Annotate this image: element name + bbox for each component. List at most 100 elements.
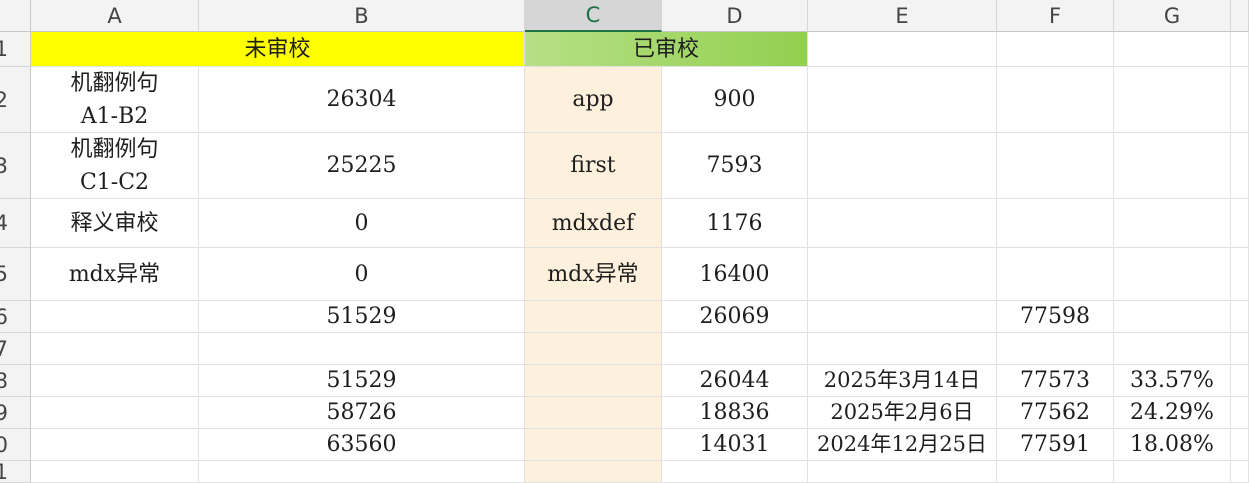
header-reviewed[interactable]: 已审校 [525, 32, 808, 67]
cell-d3[interactable]: 7593 [662, 133, 808, 199]
cell-a2[interactable]: 机翻例句 A1-B2 [31, 67, 199, 133]
column-header-d[interactable]: D [662, 0, 808, 32]
cell-d2[interactable]: 900 [662, 67, 808, 133]
column-header-g[interactable]: G [1114, 0, 1231, 32]
column-header-c[interactable]: C [525, 0, 662, 32]
cell-g11[interactable] [1114, 461, 1231, 483]
cell-a9[interactable] [31, 397, 199, 429]
column-header-b[interactable]: B [199, 0, 525, 32]
column-header-f[interactable]: F [997, 0, 1114, 32]
row-header-11[interactable]: 11 [0, 461, 31, 483]
cell-b9[interactable]: 58726 [199, 397, 525, 429]
cell-e6[interactable] [808, 301, 997, 333]
cell-g6[interactable] [1114, 301, 1231, 333]
cell-f10[interactable]: 77591 [997, 429, 1114, 461]
cell-b10[interactable]: 63560 [199, 429, 525, 461]
cell-h1[interactable] [1231, 32, 1249, 67]
cell-c5[interactable]: mdx异常 [525, 248, 662, 301]
cell-f1[interactable] [997, 32, 1114, 67]
cell-h11[interactable] [1231, 461, 1249, 483]
cell-g10[interactable]: 18.08% [1114, 429, 1231, 461]
cell-e9[interactable]: 2025年2月6日 [808, 397, 997, 429]
cell-g4[interactable] [1114, 199, 1231, 248]
cell-g2[interactable] [1114, 67, 1231, 133]
row-header-6[interactable]: 6 [0, 301, 31, 333]
cell-e10[interactable]: 2024年12月25日 [808, 429, 997, 461]
cell-b11[interactable] [199, 461, 525, 483]
row-header-3[interactable]: 3 [0, 133, 31, 199]
cell-g3[interactable] [1114, 133, 1231, 199]
cell-h7[interactable] [1231, 333, 1249, 365]
cell-f8[interactable]: 77573 [997, 365, 1114, 397]
cell-b2[interactable]: 26304 [199, 67, 525, 133]
column-header-a[interactable]: A [31, 0, 199, 32]
cell-h6[interactable] [1231, 301, 1249, 333]
row-header-7[interactable]: 7 [0, 333, 31, 365]
column-header-e[interactable]: E [808, 0, 997, 32]
select-all-corner[interactable] [0, 0, 31, 32]
cell-f11[interactable] [997, 461, 1114, 483]
cell-b7[interactable] [199, 333, 525, 365]
cell-a4[interactable]: 释义审校 [31, 199, 199, 248]
row-header-1[interactable]: 1 [0, 32, 31, 67]
cell-e4[interactable] [808, 199, 997, 248]
cell-f7[interactable] [997, 333, 1114, 365]
cell-c6[interactable] [525, 301, 662, 333]
cell-a7[interactable] [31, 333, 199, 365]
row-header-5[interactable]: 5 [0, 248, 31, 301]
cell-g7[interactable] [1114, 333, 1231, 365]
cell-d9[interactable]: 18836 [662, 397, 808, 429]
cell-c11[interactable] [525, 461, 662, 483]
cell-c7[interactable] [525, 333, 662, 365]
cell-g5[interactable] [1114, 248, 1231, 301]
cell-a10[interactable] [31, 429, 199, 461]
row-header-2[interactable]: 2 [0, 67, 31, 133]
cell-d8[interactable]: 26044 [662, 365, 808, 397]
cell-h4[interactable] [1231, 199, 1249, 248]
cell-b3[interactable]: 25225 [199, 133, 525, 199]
cell-b6[interactable]: 51529 [199, 301, 525, 333]
cell-c9[interactable] [525, 397, 662, 429]
cell-d10[interactable]: 14031 [662, 429, 808, 461]
cell-h9[interactable] [1231, 397, 1249, 429]
cell-f2[interactable] [997, 67, 1114, 133]
cell-e3[interactable] [808, 133, 997, 199]
cell-c10[interactable] [525, 429, 662, 461]
cell-g1[interactable] [1114, 32, 1231, 67]
cell-a6[interactable] [31, 301, 199, 333]
cell-a5[interactable]: mdx异常 [31, 248, 199, 301]
cell-e1[interactable] [808, 32, 997, 67]
cell-h5[interactable] [1231, 248, 1249, 301]
cell-e8[interactable]: 2025年3月14日 [808, 365, 997, 397]
cell-d11[interactable] [662, 461, 808, 483]
cell-f3[interactable] [997, 133, 1114, 199]
cell-f5[interactable] [997, 248, 1114, 301]
cell-e2[interactable] [808, 67, 997, 133]
cell-d5[interactable]: 16400 [662, 248, 808, 301]
cell-a8[interactable] [31, 365, 199, 397]
cell-b8[interactable]: 51529 [199, 365, 525, 397]
cell-b4[interactable]: 0 [199, 199, 525, 248]
header-unreviewed[interactable]: 未审校 [31, 32, 525, 67]
row-header-10[interactable]: 10 [0, 429, 31, 461]
cell-b5[interactable]: 0 [199, 248, 525, 301]
row-header-4[interactable]: 4 [0, 199, 31, 248]
cell-h10[interactable] [1231, 429, 1249, 461]
cell-d7[interactable] [662, 333, 808, 365]
cell-e7[interactable] [808, 333, 997, 365]
cell-c3[interactable]: first [525, 133, 662, 199]
row-header-8[interactable]: 8 [0, 365, 31, 397]
cell-c2[interactable]: app [525, 67, 662, 133]
cell-d4[interactable]: 1176 [662, 199, 808, 248]
cell-c8[interactable] [525, 365, 662, 397]
cell-c4[interactable]: mdxdef [525, 199, 662, 248]
cell-e5[interactable] [808, 248, 997, 301]
cell-h3[interactable] [1231, 133, 1249, 199]
cell-a11[interactable] [31, 461, 199, 483]
cell-f9[interactable]: 77562 [997, 397, 1114, 429]
cell-e11[interactable] [808, 461, 997, 483]
cell-g8[interactable]: 33.57% [1114, 365, 1231, 397]
cell-d6[interactable]: 26069 [662, 301, 808, 333]
cell-h2[interactable] [1231, 67, 1249, 133]
cell-g9[interactable]: 24.29% [1114, 397, 1231, 429]
